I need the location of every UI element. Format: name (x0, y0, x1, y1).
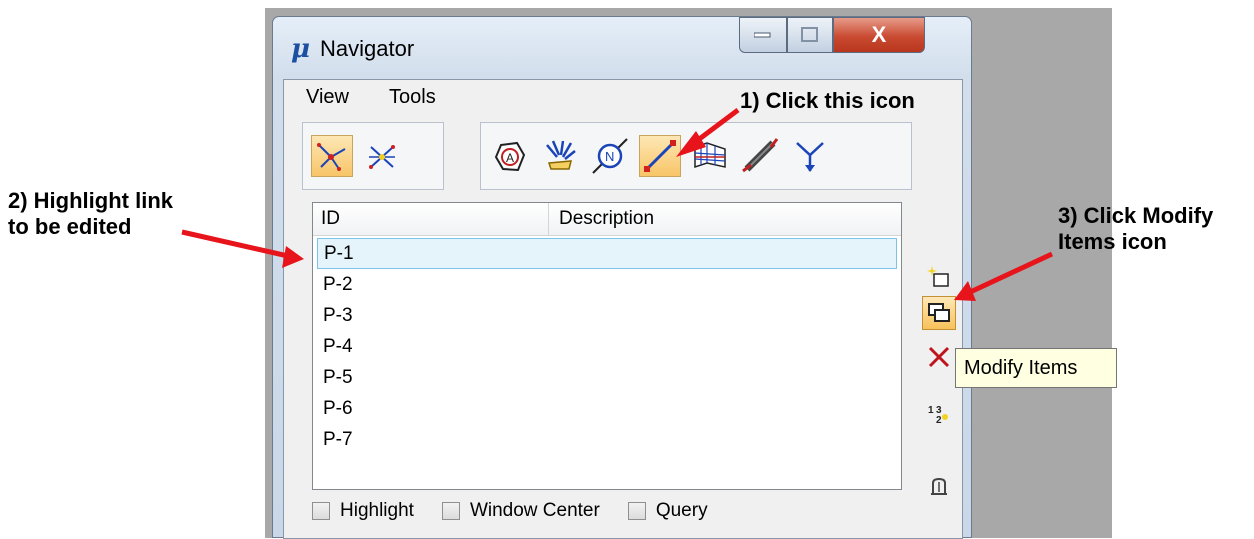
callout-arrows (181, 108, 1054, 301)
arrow-step3 (954, 251, 1054, 301)
arrow-step1 (676, 108, 740, 157)
arrow-step2 (181, 229, 304, 268)
